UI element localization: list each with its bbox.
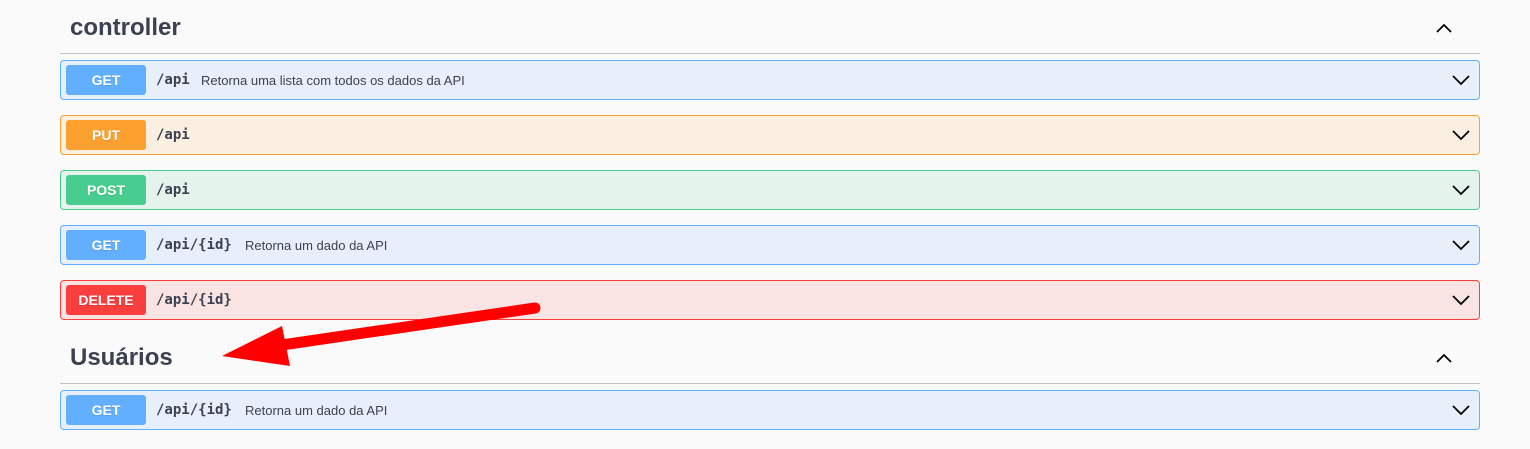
- swagger-ui-page: controller GET /api Retorna uma lista co…: [0, 0, 1530, 449]
- operation-path: /api: [156, 72, 190, 88]
- method-badge-get: GET: [66, 65, 146, 95]
- operation-get-api[interactable]: GET /api Retorna uma lista com todos os …: [60, 60, 1480, 100]
- chevron-up-icon[interactable]: [1432, 348, 1456, 368]
- chevron-down-icon[interactable]: [1451, 72, 1471, 88]
- tag-header-controller[interactable]: controller: [60, 0, 1480, 54]
- operation-path: /api/{id}: [156, 402, 232, 418]
- chevron-down-icon[interactable]: [1451, 237, 1471, 253]
- method-badge-get: GET: [66, 230, 146, 260]
- tag-title[interactable]: controller: [70, 14, 181, 42]
- operation-post-api[interactable]: POST /api: [60, 170, 1480, 210]
- chevron-up-icon[interactable]: [1432, 18, 1456, 38]
- method-badge-get: GET: [66, 395, 146, 425]
- method-badge-post: POST: [66, 175, 146, 205]
- operation-summary: Retorna um dado da API: [245, 238, 388, 253]
- operation-path: /api: [156, 127, 190, 143]
- operation-get-api-id[interactable]: GET /api/{id} Retorna um dado da API: [60, 225, 1480, 265]
- operation-delete-api-id[interactable]: DELETE /api/{id}: [60, 280, 1480, 320]
- operation-summary: Retorna um dado da API: [245, 403, 388, 418]
- chevron-down-icon[interactable]: [1451, 402, 1471, 418]
- tag-header-usuarios[interactable]: Usuários: [60, 330, 1480, 384]
- chevron-down-icon[interactable]: [1451, 127, 1471, 143]
- tag-section-usuarios: Usuários GET /api/{id} Retorna um dado d…: [60, 330, 1480, 430]
- operation-path: /api/{id}: [156, 237, 232, 253]
- method-badge-put: PUT: [66, 120, 146, 150]
- operation-path: /api/{id}: [156, 292, 232, 308]
- operation-get-api-id[interactable]: GET /api/{id} Retorna um dado da API: [60, 390, 1480, 430]
- method-badge-delete: DELETE: [66, 285, 146, 315]
- operation-path: /api: [156, 182, 190, 198]
- tag-section-controller: controller GET /api Retorna uma lista co…: [60, 0, 1480, 320]
- tag-title[interactable]: Usuários: [70, 344, 173, 372]
- chevron-down-icon[interactable]: [1451, 182, 1471, 198]
- operation-put-api[interactable]: PUT /api: [60, 115, 1480, 155]
- operation-summary: Retorna uma lista com todos os dados da …: [201, 73, 465, 88]
- chevron-down-icon[interactable]: [1451, 292, 1471, 308]
